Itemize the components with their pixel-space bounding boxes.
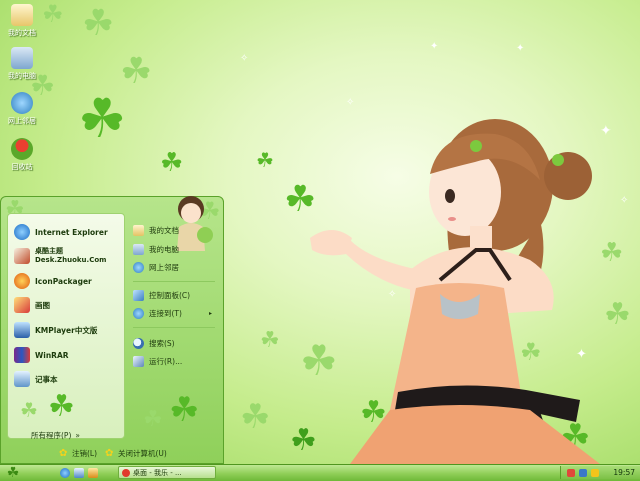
menu-item-kmplayer[interactable]: KMPlayer中文版 <box>14 322 97 338</box>
clover-decoration: ☘ <box>42 0 64 28</box>
my-computer-icon <box>11 47 33 69</box>
window-app-icon <box>122 468 130 477</box>
menu-item-paint[interactable]: 画图 <box>14 297 50 313</box>
network-places-icon <box>133 262 144 273</box>
zhuoku-theme-icon <box>14 248 30 264</box>
quicklaunch-ie-icon[interactable] <box>60 468 70 478</box>
tray-volume-icon[interactable] <box>591 469 599 477</box>
start-button[interactable]: ☘ <box>0 465 26 481</box>
clover-decoration: ☘ <box>260 328 280 353</box>
desktop-icon-recycle-bin[interactable]: 回收站 <box>2 138 42 172</box>
menu-item-zhuoku-theme[interactable]: 桌酷主题 Desk.Zhuoku.Com <box>14 247 106 265</box>
start-menu: ☘ ☘ Internet Explorer 桌酷主题 Desk.Zhuoku.C… <box>0 196 224 464</box>
run-icon <box>133 356 144 367</box>
clover-decoration: ☘ <box>256 148 274 172</box>
submenu-arrow-icon: ▸ <box>209 310 213 317</box>
clover-decoration: ☘ <box>82 3 115 44</box>
all-programs-button[interactable]: 所有程序(P)» <box>31 430 80 441</box>
sparkle-decoration: ✦ <box>516 43 525 54</box>
desktop-icon-my-documents[interactable]: 我的文档 <box>2 4 42 38</box>
sparkle-decoration: ✦ <box>430 41 439 52</box>
winrar-icon <box>14 347 30 363</box>
taskbar-window-button[interactable]: 桌面 - 我乐 - ... <box>118 466 216 479</box>
menu-item-my-documents[interactable]: 我的文档 <box>133 225 179 236</box>
menu-separator <box>133 281 215 282</box>
menu-item-internet-explorer[interactable]: Internet Explorer <box>14 224 108 240</box>
places-pane: 我的文档 我的电脑 网上邻居 控制面板(C) 连接到(T) ▸ 搜索(S) 运行… <box>129 213 221 439</box>
desktop-icon-my-computer[interactable]: 我的电脑 <box>2 47 42 81</box>
menu-item-connect-to[interactable]: 连接到(T) ▸ <box>133 308 212 319</box>
my-computer-icon <box>133 244 144 255</box>
paint-icon <box>14 297 30 313</box>
notepad-icon <box>14 371 30 387</box>
clover-start-icon: ☘ <box>6 465 20 481</box>
my-documents-icon <box>11 4 33 26</box>
clover-decoration: ☘ <box>120 51 153 92</box>
quicklaunch-folder-icon[interactable] <box>88 468 98 478</box>
control-panel-icon <box>133 290 144 301</box>
menu-item-control-panel[interactable]: 控制面板(C) <box>133 290 190 301</box>
kmplayer-icon <box>14 322 30 338</box>
pinned-programs-pane: Internet Explorer 桌酷主题 Desk.Zhuoku.Com I… <box>7 213 125 439</box>
menu-item-my-computer[interactable]: 我的电脑 <box>133 244 179 255</box>
menu-item-winrar[interactable]: WinRAR <box>14 347 69 363</box>
tray-app-icon[interactable] <box>567 469 575 477</box>
menu-item-network-places[interactable]: 网上邻居 <box>133 262 179 273</box>
clover-decoration: ☘ <box>169 390 200 430</box>
search-icon <box>133 338 144 349</box>
sparkle-decoration: ✧ <box>346 97 355 108</box>
clover-decoration: ☘ <box>78 87 127 150</box>
quicklaunch-desktop-icon[interactable] <box>74 468 84 478</box>
menu-item-search[interactable]: 搜索(S) <box>133 338 175 349</box>
internet-explorer-icon <box>14 224 30 240</box>
iconpackager-icon <box>14 273 30 289</box>
menu-item-run[interactable]: 运行(R)... <box>133 356 182 367</box>
recycle-bin-icon <box>11 138 33 160</box>
clover-decoration: ☘ <box>143 407 163 432</box>
clover-decoration: ☘ <box>240 397 271 437</box>
start-menu-footer: ✿ 注销(L) ✿ 关闭计算机(U) <box>1 444 223 464</box>
taskbar: ☘ 桌面 - 我乐 - ... 19:57 <box>0 464 640 481</box>
menu-item-notepad[interactable]: 记事本 <box>14 371 58 387</box>
network-places-icon <box>11 92 33 114</box>
logoff-button[interactable]: ✿ 注销(L) <box>59 448 97 459</box>
desktop-icon-network-places[interactable]: 网上邻居 <box>2 92 42 126</box>
shutdown-button[interactable]: ✿ 关闭计算机(U) <box>105 448 167 459</box>
my-documents-icon <box>133 225 144 236</box>
menu-separator <box>133 327 215 328</box>
clover-decoration: ☘ <box>160 148 184 178</box>
shutdown-icon: ✿ <box>105 447 114 459</box>
system-tray: 19:57 <box>560 466 640 479</box>
connect-to-icon <box>133 308 144 319</box>
girl-illustration <box>310 119 600 464</box>
menu-item-iconpackager[interactable]: IconPackager <box>14 273 92 289</box>
clover-decoration: ☘ <box>20 398 38 422</box>
sparkle-decoration: ✧ <box>240 53 249 64</box>
clover-decoration: ☘ <box>48 389 75 424</box>
logoff-icon: ✿ <box>59 447 68 459</box>
tray-network-icon[interactable] <box>579 469 587 477</box>
clock[interactable]: 19:57 <box>613 468 635 477</box>
